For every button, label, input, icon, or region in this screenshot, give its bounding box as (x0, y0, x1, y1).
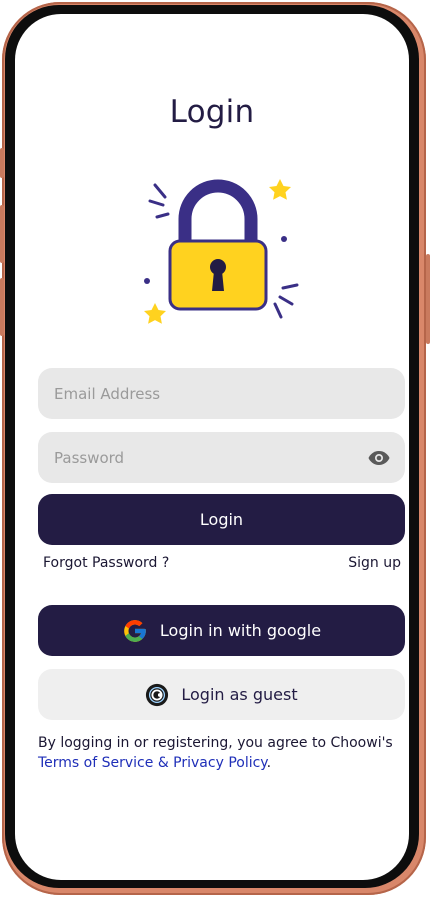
side-button (0, 205, 4, 263)
legal-prefix: By logging in or registering, you agree … (38, 735, 393, 751)
login-button-label: Login (199, 510, 244, 529)
legal-suffix: . (266, 755, 272, 771)
phone-bezel: Login Email Address Login Forgot Passwor… (5, 5, 419, 888)
password-field-container (38, 432, 405, 483)
login-button[interactable]: Login (38, 494, 405, 545)
login-screen: Login Email Address Login Forgot Passwor… (15, 14, 409, 880)
guest-avatar-icon (146, 683, 169, 706)
email-field[interactable] (52, 383, 391, 404)
legal-notice: By logging in or registering, you agree … (38, 733, 398, 773)
google-icon (124, 619, 146, 642)
eye-icon[interactable] (367, 446, 391, 470)
terms-privacy-link[interactable]: Terms of Service & Privacy Policy (38, 755, 267, 771)
google-login-button[interactable]: Login in with google (38, 605, 405, 656)
guest-login-label: Login as guest (181, 685, 298, 704)
side-button (0, 148, 4, 178)
password-field[interactable] (52, 447, 367, 468)
padlock-illustration (144, 179, 299, 324)
forgot-password-link[interactable]: Forgot Password ? (43, 555, 169, 571)
side-button (426, 254, 430, 344)
sign-up-link[interactable]: Sign up (348, 555, 401, 571)
google-login-label: Login in with google (159, 621, 322, 640)
auth-links: Forgot Password ? Sign up (43, 555, 401, 571)
page-title: Login (169, 94, 255, 130)
email-field-container (38, 368, 405, 419)
guest-login-button[interactable]: Login as guest (38, 669, 405, 720)
side-button (0, 278, 4, 336)
